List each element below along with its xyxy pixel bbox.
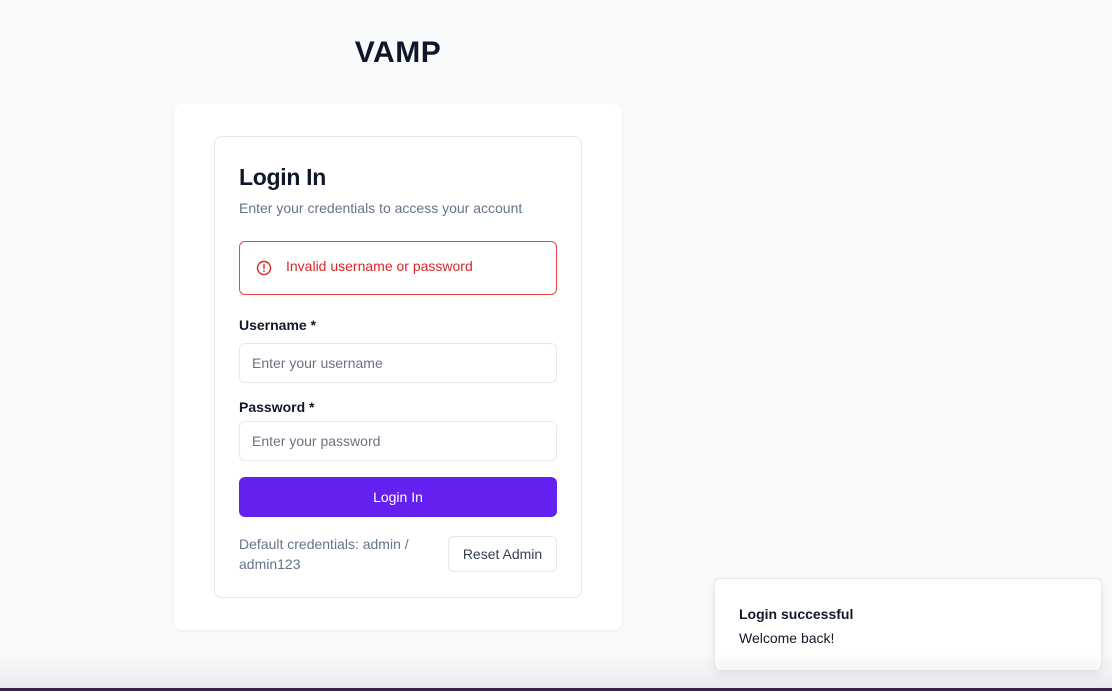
app-title: VAMP bbox=[354, 36, 442, 69]
password-input[interactable] bbox=[239, 421, 557, 461]
default-credentials-text: Default credentials: admin / admin123 bbox=[239, 536, 409, 572]
toast-message: Welcome back! bbox=[739, 630, 835, 646]
login-button[interactable]: Login In bbox=[239, 477, 557, 517]
error-alert: Invalid username or password bbox=[239, 241, 557, 295]
password-label: Password * bbox=[239, 399, 315, 415]
alert-circle-icon bbox=[256, 260, 272, 276]
reset-admin-button[interactable]: Reset Admin bbox=[448, 536, 557, 572]
login-subtitle: Enter your credentials to access your ac… bbox=[239, 200, 523, 216]
username-label: Username * bbox=[239, 317, 317, 333]
error-message: Invalid username or password bbox=[286, 258, 473, 274]
toast-title: Login successful bbox=[739, 606, 854, 622]
login-card: Login In Enter your credentials to acces… bbox=[214, 136, 582, 598]
login-container: Login In Enter your credentials to acces… bbox=[174, 104, 622, 630]
login-title: Login In bbox=[239, 164, 327, 190]
bottom-shadow bbox=[0, 652, 1112, 688]
username-input[interactable] bbox=[239, 343, 557, 383]
